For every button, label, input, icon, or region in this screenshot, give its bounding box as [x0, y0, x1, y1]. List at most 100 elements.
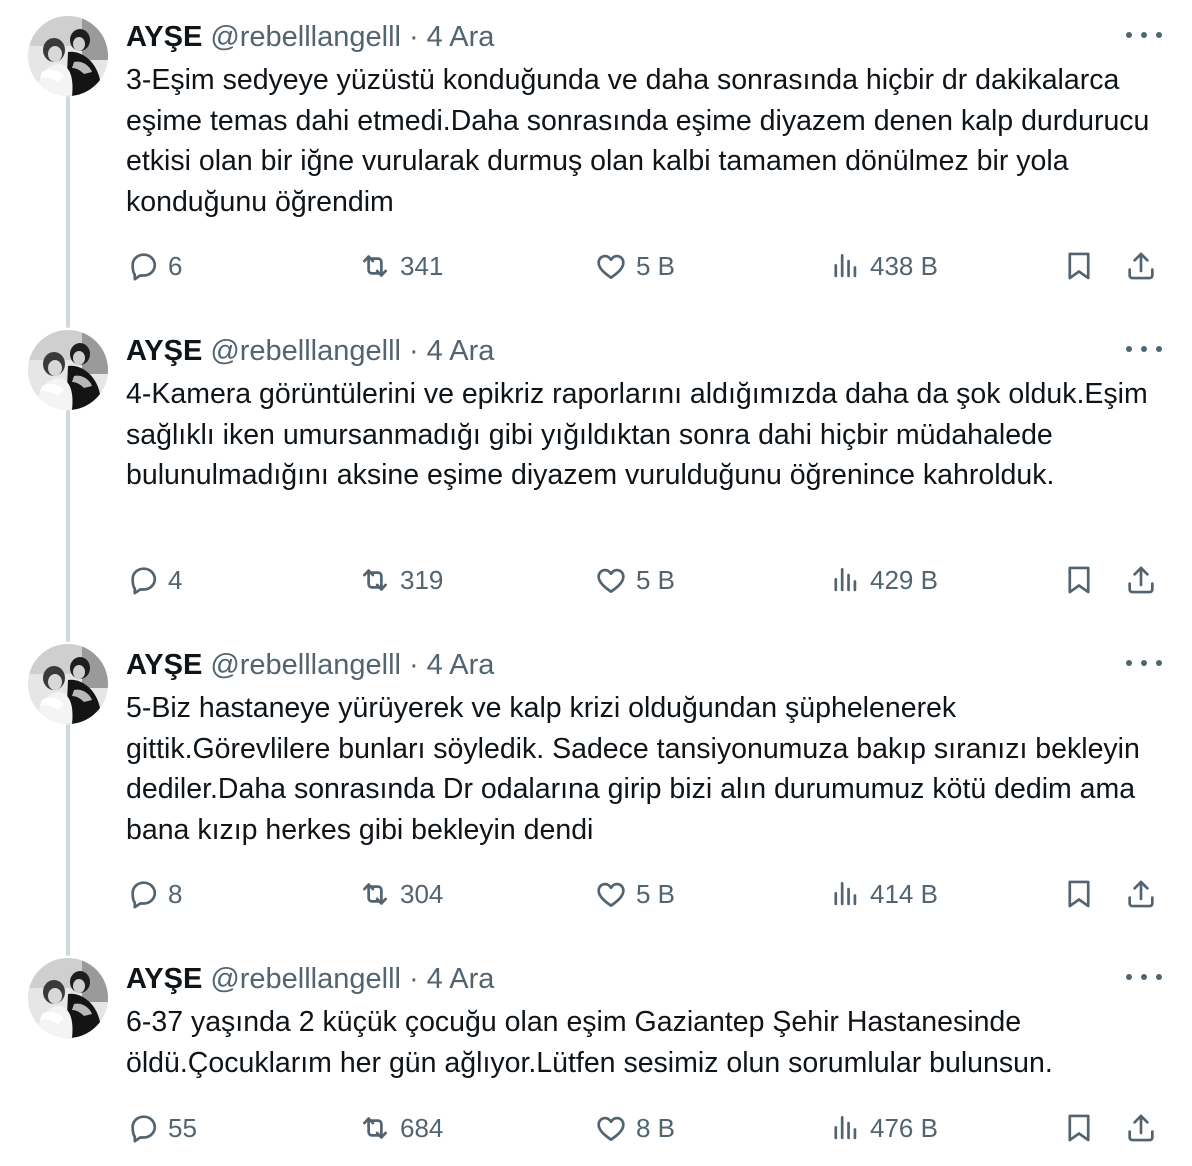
reply-button[interactable]: 6	[126, 248, 182, 284]
display-name[interactable]: AYŞE	[126, 21, 202, 54]
thread-connector-line	[66, 724, 70, 956]
tweet[interactable]: AYŞE @rebelllangelll · 4 Ara 6-37 yaşınd…	[0, 942, 1192, 1166]
more-icon[interactable]	[1126, 656, 1162, 670]
reply-button[interactable]: 8	[126, 876, 182, 912]
bookmark-button[interactable]	[1062, 1110, 1096, 1146]
tweet-actions: 4 319 5 B 429 B	[126, 562, 1162, 598]
reply-button[interactable]: 55	[126, 1110, 197, 1146]
views-button[interactable]: 414 B	[828, 876, 938, 912]
separator-dot: ·	[408, 334, 419, 367]
bookmark-button[interactable]	[1062, 876, 1096, 912]
tweet-actions: 6 341 5 B 438 B	[126, 248, 1162, 284]
reply-count: 8	[168, 878, 183, 909]
more-icon[interactable]	[1126, 342, 1162, 356]
retweet-button[interactable]: 319	[358, 562, 443, 598]
retweet-count: 319	[400, 564, 444, 595]
display-name[interactable]: AYŞE	[126, 649, 202, 682]
retweet-icon	[358, 1111, 392, 1145]
like-count: 5 B	[636, 564, 676, 595]
username-handle[interactable]: @rebelllangelll	[210, 21, 401, 54]
display-name[interactable]: AYŞE	[126, 963, 202, 996]
views-button[interactable]: 438 B	[828, 248, 938, 284]
bookmark-icon	[1062, 877, 1096, 911]
tweet-header: AYŞE @rebelllangelll · 4 Ara	[126, 646, 494, 684]
like-button[interactable]: 5 B	[594, 248, 675, 284]
heart-icon	[594, 563, 628, 597]
retweet-count: 684	[400, 1112, 444, 1143]
bookmark-button[interactable]	[1062, 248, 1096, 284]
view-count: 476 B	[870, 1112, 938, 1143]
like-count: 5 B	[636, 250, 676, 281]
tweet-actions: 8 304 5 B 414 B	[126, 876, 1162, 912]
tweet[interactable]: AYŞE @rebelllangelll · 4 Ara 4-Kamera gö…	[0, 314, 1192, 642]
separator-dot: ·	[408, 962, 419, 995]
tweet-header: AYŞE @rebelllangelll · 4 Ara	[126, 18, 494, 56]
retweet-icon	[358, 563, 392, 597]
separator-dot: ·	[408, 20, 419, 53]
tweet-text: 6-37 yaşında 2 küçük çocuğu olan eşim Ga…	[126, 1006, 1053, 1079]
username-handle[interactable]: @rebelllangelll	[210, 963, 401, 996]
retweet-button[interactable]: 684	[358, 1110, 443, 1146]
heart-icon	[594, 1111, 628, 1145]
username-handle[interactable]: @rebelllangelll	[210, 335, 401, 368]
more-icon[interactable]	[1126, 970, 1162, 984]
retweet-count: 341	[400, 250, 444, 281]
view-count: 438 B	[870, 250, 938, 281]
bookmark-icon	[1062, 563, 1096, 597]
reply-icon	[126, 563, 160, 597]
like-button[interactable]: 5 B	[594, 876, 675, 912]
username-handle[interactable]: @rebelllangelll	[210, 649, 401, 682]
views-icon	[828, 563, 862, 597]
tweet-date[interactable]: 4 Ara	[427, 649, 495, 682]
retweet-count: 304	[400, 878, 444, 909]
tweet-header: AYŞE @rebelllangelll · 4 Ara	[126, 332, 494, 370]
tweet-text: 3-Eşim sedyeye yüzüstü konduğunda ve dah…	[126, 64, 1150, 218]
view-count: 414 B	[870, 878, 938, 909]
tweet[interactable]: AYŞE @rebelllangelll · 4 Ara 5-Biz hasta…	[0, 628, 1192, 956]
thread-connector-line	[66, 96, 70, 328]
views-button[interactable]: 476 B	[828, 1110, 938, 1146]
tweet[interactable]: AYŞE @rebelllangelll · 4 Ara 3-Eşim sedy…	[0, 0, 1192, 328]
share-icon	[1124, 563, 1158, 597]
reply-icon	[126, 249, 160, 283]
tweet-date[interactable]: 4 Ara	[427, 21, 495, 54]
share-button[interactable]	[1124, 876, 1158, 912]
share-button[interactable]	[1124, 248, 1158, 284]
avatar[interactable]	[28, 644, 108, 724]
reply-button[interactable]: 4	[126, 562, 182, 598]
like-button[interactable]: 8 B	[594, 1110, 675, 1146]
tweet-date[interactable]: 4 Ara	[427, 963, 495, 996]
views-icon	[828, 877, 862, 911]
display-name[interactable]: AYŞE	[126, 335, 202, 368]
reply-count: 4	[168, 564, 183, 595]
more-icon[interactable]	[1126, 28, 1162, 42]
retweet-icon	[358, 249, 392, 283]
retweet-icon	[358, 877, 392, 911]
retweet-button[interactable]: 341	[358, 248, 443, 284]
reply-count: 6	[168, 250, 183, 281]
bookmark-icon	[1062, 249, 1096, 283]
tweet-text: 5-Biz hastaneye yürüyerek ve kalp krizi …	[126, 692, 1140, 846]
like-button[interactable]: 5 B	[594, 562, 675, 598]
share-button[interactable]	[1124, 562, 1158, 598]
reply-count: 55	[168, 1112, 197, 1143]
views-icon	[828, 1111, 862, 1145]
views-button[interactable]: 429 B	[828, 562, 938, 598]
share-button[interactable]	[1124, 1110, 1158, 1146]
tweet-text: 4-Kamera görüntülerini ve epikriz raporl…	[126, 378, 1148, 491]
reply-icon	[126, 877, 160, 911]
heart-icon	[594, 877, 628, 911]
tweet-date[interactable]: 4 Ara	[427, 335, 495, 368]
bookmark-icon	[1062, 1111, 1096, 1145]
avatar[interactable]	[28, 330, 108, 410]
share-icon	[1124, 1111, 1158, 1145]
tweet-header: AYŞE @rebelllangelll · 4 Ara	[126, 960, 494, 998]
retweet-button[interactable]: 304	[358, 876, 443, 912]
share-icon	[1124, 249, 1158, 283]
avatar[interactable]	[28, 16, 108, 96]
like-count: 5 B	[636, 878, 676, 909]
avatar[interactable]	[28, 958, 108, 1038]
tweet-actions: 55 684 8 B 476 B	[126, 1110, 1162, 1146]
thread-connector-line	[66, 410, 70, 642]
bookmark-button[interactable]	[1062, 562, 1096, 598]
